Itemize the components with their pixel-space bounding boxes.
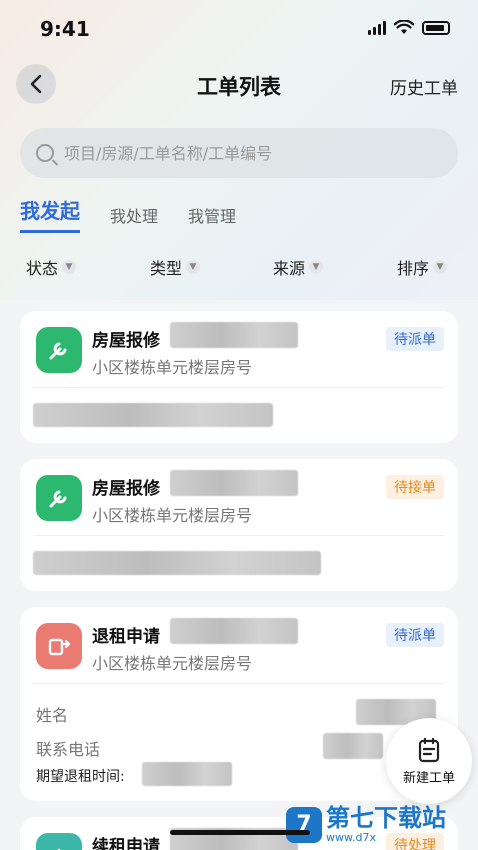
filter-sort-label: 排序 [397,259,430,278]
filter-type[interactable]: 类型 ▼ [150,255,201,279]
tab-handling[interactable]: 我处理 [110,203,158,233]
wrench-icon [36,475,82,521]
watermark-text: 第七下载站 [326,804,446,832]
new-work-order-label: 新建工单 [402,770,455,786]
renew-icon [36,833,82,850]
filter-source[interactable]: 来源 ▼ [273,255,324,279]
status-badge: 待派单 [386,623,444,647]
field-name-label: 姓名 [36,706,69,725]
wifi-icon [394,20,414,34]
divider [34,683,444,684]
watermark-logo: 7 [286,806,322,843]
chevron-down-icon: ▼ [62,260,77,274]
tab-initiated[interactable]: 我发起 [20,195,80,233]
watermark-url: www.d7x [326,831,376,844]
filter-status-label: 状态 [26,259,59,278]
chevron-down-icon: ▼ [309,260,324,274]
status-bar: 9:41 [0,0,478,58]
redacted-text [33,403,273,427]
redacted-text [142,762,232,786]
status-time: 9:41 [40,17,90,41]
signal-icon [368,20,386,35]
redacted-text [170,618,298,644]
work-order-card[interactable]: 房屋报修 小区楼栋单元楼层房号 待接单 [20,459,458,591]
home-indicator [170,830,310,835]
card-title: 续租申请 [92,837,160,850]
new-work-order-button[interactable]: 新建工单 [386,718,472,804]
divider [34,387,444,388]
card-title: 房屋报修 [92,479,160,499]
tab-managing[interactable]: 我管理 [188,203,236,233]
filter-status[interactable]: 状态 ▼ [26,255,77,279]
search-bar[interactable] [20,128,458,178]
status-badge: 待接单 [386,475,444,499]
watermark: 7 第七下载站 www.d7x [286,805,446,844]
history-orders-link[interactable]: 历史工单 [390,74,458,99]
filter-source-label: 来源 [273,259,306,278]
card-address: 小区楼栋单元楼层房号 [92,506,253,525]
field-date-label: 期望退租时间: [36,769,125,785]
tab-bar: 我发起 我处理 我管理 [20,195,236,233]
status-icons [368,20,450,35]
filter-type-label: 类型 [150,259,183,278]
search-input[interactable] [64,143,424,163]
card-address: 小区楼栋单元楼层房号 [92,358,253,377]
search-icon [36,144,54,162]
redacted-text [170,322,298,348]
divider [34,535,444,536]
card-title: 房屋报修 [92,331,160,351]
status-badge: 待派单 [386,327,444,351]
redacted-text [170,470,298,496]
battery-icon [422,20,450,35]
move-out-icon [36,623,82,669]
redacted-text [323,733,383,759]
wrench-icon [36,327,82,373]
clipboard-icon [418,737,440,762]
chevron-down-icon: ▼ [433,260,448,274]
filter-sort[interactable]: 排序 ▼ [397,255,448,279]
card-address: 小区楼栋单元楼层房号 [92,654,253,673]
card-title: 退租申请 [92,627,160,647]
work-order-card[interactable]: 房屋报修 小区楼栋单元楼层房号 待派单 [20,311,458,443]
nav-bar: 工单列表 历史工单 [0,60,478,110]
field-phone-label: 联系电话 [36,740,101,759]
redacted-text [33,551,321,575]
filter-bar: 状态 ▼ 类型 ▼ 来源 ▼ 排序 ▼ [0,255,478,283]
chevron-down-icon: ▼ [186,260,201,274]
